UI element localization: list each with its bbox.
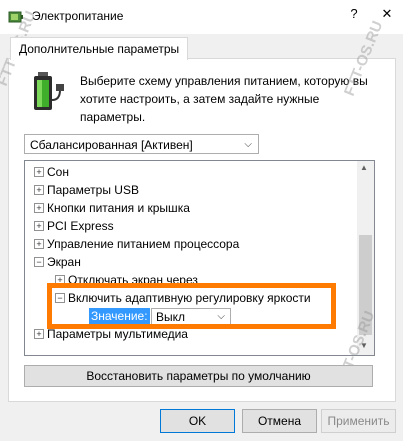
cancel-button[interactable]: Отмена: [242, 409, 317, 433]
tree-item-label: Отключать экран через: [68, 273, 198, 287]
power-scheme-dropdown[interactable]: Сбалансированная [Активен] ⌵: [24, 134, 259, 154]
description-text: Выберите схему управления питанием, кото…: [80, 74, 368, 124]
settings-tree[interactable]: + Сон + Параметры USB + Кнопки питания и…: [24, 160, 375, 356]
expand-icon[interactable]: +: [34, 239, 44, 249]
tree-item-label: Параметры USB: [47, 183, 139, 197]
expand-icon[interactable]: +: [55, 275, 65, 285]
tree-item-label: PCI Express: [47, 219, 114, 233]
expand-icon[interactable]: +: [34, 167, 44, 177]
expand-icon[interactable]: +: [34, 185, 44, 195]
battery-plug-icon: [34, 72, 64, 110]
value-dropdown[interactable]: Выкл ⌵: [151, 308, 231, 325]
help-button[interactable]: ?: [345, 6, 363, 26]
expand-icon[interactable]: +: [34, 329, 44, 339]
collapse-icon[interactable]: −: [55, 293, 65, 303]
window-title: Электропитание: [32, 9, 124, 23]
ok-button[interactable]: OK: [160, 409, 235, 433]
expand-icon[interactable]: +: [34, 221, 44, 231]
tree-item-label: Кнопки питания и крышка: [47, 201, 190, 215]
apply-button: Применить: [321, 409, 396, 433]
chevron-down-icon: ⌵: [244, 139, 252, 150]
collapse-icon[interactable]: −: [34, 257, 44, 267]
power-scheme-value: Сбалансированная [Активен]: [30, 138, 193, 152]
expand-icon[interactable]: +: [34, 203, 44, 213]
restore-defaults-button[interactable]: Восстановить параметры по умолчанию: [24, 365, 373, 387]
tree-item-label: Параметры мультимедиа: [47, 327, 188, 341]
title-bar: Электропитание ? ✕: [0, 0, 403, 34]
chevron-down-icon: ⌵: [217, 311, 225, 322]
tree-item-label: Сон: [47, 165, 69, 179]
scroll-up-arrow-icon[interactable]: ▲: [360, 163, 368, 172]
tree-item-label: Управление питанием процессора: [47, 237, 240, 251]
tab-advanced-settings[interactable]: Дополнительные параметры: [10, 37, 189, 60]
tree-item-label: Экран: [47, 255, 81, 269]
value-label: Значение:: [89, 308, 150, 324]
value-dropdown-value: Выкл: [156, 310, 186, 324]
tree-item-label: Включить адаптивную регулировку яркости: [68, 291, 311, 305]
